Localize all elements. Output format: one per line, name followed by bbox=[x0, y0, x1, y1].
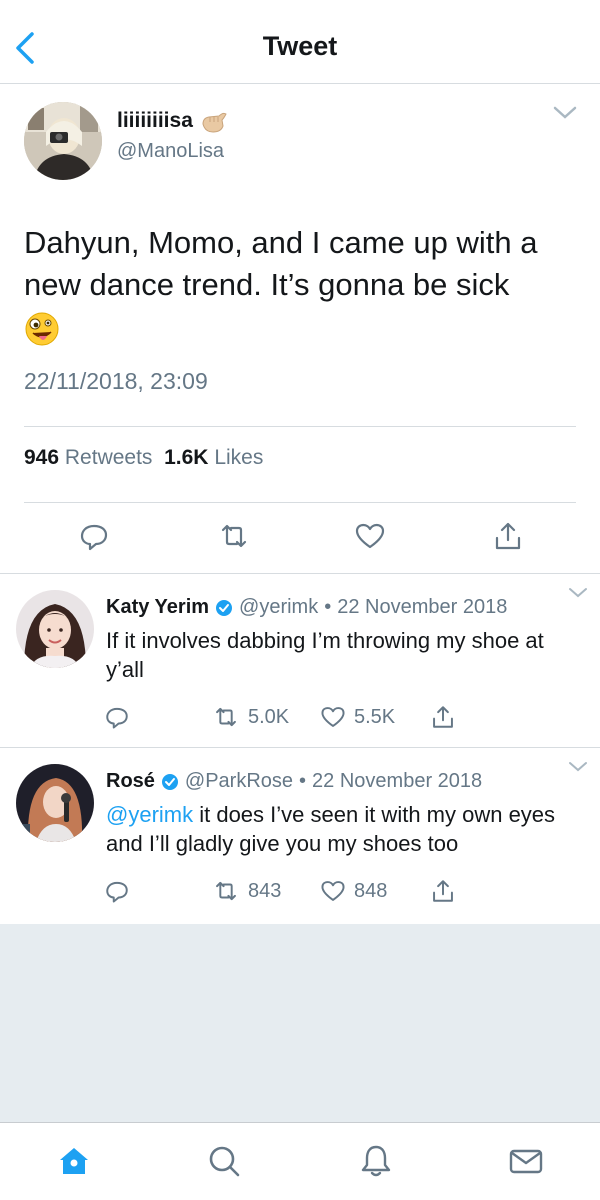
reply-date: 22 November 2018 bbox=[337, 596, 508, 618]
tweet-stats: 946 Retweets 1.6K Likes bbox=[24, 446, 263, 470]
empty-background bbox=[0, 924, 600, 1122]
reply-button[interactable] bbox=[104, 702, 130, 732]
reply-action-bar: 5.0K 5.5K bbox=[0, 702, 600, 732]
like-heart-icon[interactable] bbox=[354, 520, 386, 552]
retweet-button[interactable]: 843 bbox=[212, 876, 281, 906]
likes-label[interactable]: Likes bbox=[214, 446, 263, 469]
share-icon bbox=[433, 706, 453, 728]
like-heart-icon bbox=[321, 881, 345, 901]
reply-author-handle[interactable]: @yerimk bbox=[239, 596, 318, 619]
bell-icon[interactable] bbox=[358, 1143, 394, 1179]
share-icon[interactable] bbox=[492, 520, 524, 552]
like-count[interactable]: 1.6K bbox=[164, 446, 208, 469]
reply-button[interactable] bbox=[104, 876, 130, 906]
like-button[interactable]: 5.5K bbox=[320, 702, 395, 732]
chevron-down-icon[interactable] bbox=[568, 586, 588, 600]
reply-icon[interactable] bbox=[78, 520, 110, 552]
retweet-icon bbox=[216, 707, 236, 727]
home-icon[interactable] bbox=[56, 1143, 92, 1179]
envelope-icon[interactable] bbox=[508, 1143, 544, 1179]
main-tweet: liiiiiiiisa @ManoLisa Dahyun, Momo, and … bbox=[0, 84, 600, 574]
reply-text: If it involves dabbing I’m throwing my s… bbox=[106, 628, 544, 682]
author-handle[interactable]: @ManoLisa bbox=[117, 140, 224, 163]
divider bbox=[24, 426, 576, 427]
zany-face-emoji-icon bbox=[25, 312, 59, 346]
tweet-text-body: Dahyun, Momo, and I came up with a new d… bbox=[24, 225, 538, 302]
bottom-tab-bar bbox=[0, 1122, 600, 1200]
retweet-count: 5.0K bbox=[248, 705, 290, 728]
reply-icon bbox=[106, 707, 128, 729]
chevron-down-icon[interactable] bbox=[568, 760, 588, 774]
search-icon[interactable] bbox=[206, 1143, 242, 1179]
hand-emoji-icon bbox=[202, 112, 227, 133]
reply-action-bar: 843 848 bbox=[0, 876, 600, 906]
retweet-count[interactable]: 946 bbox=[24, 446, 59, 469]
retweet-count: 843 bbox=[248, 879, 282, 902]
divider bbox=[24, 502, 576, 503]
retweet-button[interactable]: 5.0K bbox=[212, 702, 289, 732]
retweet-icon bbox=[216, 881, 236, 901]
retweets-label[interactable]: Retweets bbox=[65, 446, 153, 469]
like-heart-icon bbox=[321, 707, 345, 727]
author-avatar[interactable] bbox=[24, 102, 102, 180]
chevron-down-icon[interactable] bbox=[552, 104, 578, 122]
tweet-action-bar bbox=[0, 520, 600, 552]
reply-header: Katy Yerim @yerimk • 22 November 2018 bbox=[106, 596, 507, 619]
reply-author-name[interactable]: Katy Yerim bbox=[106, 596, 209, 619]
reply-tweet[interactable]: Rosé @ParkRose • 22 November 2018 @yerim… bbox=[0, 748, 600, 924]
like-button[interactable]: 848 bbox=[320, 876, 387, 906]
reply-header: Rosé @ParkRose • 22 November 2018 bbox=[106, 770, 482, 793]
reply-date: 22 November 2018 bbox=[312, 770, 483, 792]
share-icon bbox=[433, 880, 453, 902]
author-name-text: liiiiiiiisa bbox=[117, 109, 193, 132]
reply-text: @yerimk it does I’ve seen it with my own… bbox=[106, 800, 586, 858]
like-count: 5.5K bbox=[354, 705, 396, 728]
top-nav-bar: Tweet bbox=[0, 0, 600, 84]
tweet-text: Dahyun, Momo, and I came up with a new d… bbox=[24, 222, 584, 348]
tweet-timestamp: 22/11/2018, 23:09 bbox=[24, 368, 208, 394]
like-count: 848 bbox=[354, 879, 388, 902]
reply-author-handle[interactable]: @ParkRose bbox=[185, 770, 293, 793]
reply-avatar[interactable] bbox=[16, 590, 94, 668]
separator-dot: • bbox=[324, 596, 332, 618]
verified-badge-icon bbox=[161, 773, 178, 790]
author-name[interactable]: liiiiiiiisa bbox=[117, 108, 229, 134]
page-title: Tweet bbox=[262, 31, 338, 61]
verified-badge-icon bbox=[216, 599, 233, 616]
reply-icon bbox=[106, 881, 128, 903]
retweet-icon[interactable] bbox=[218, 520, 250, 552]
share-button[interactable] bbox=[430, 702, 456, 732]
reply-author-name[interactable]: Rosé bbox=[106, 770, 155, 793]
separator-dot: • bbox=[299, 770, 307, 792]
reply-tweet[interactable]: Katy Yerim @yerimk • 22 November 2018 If… bbox=[0, 574, 600, 748]
mention-link[interactable]: @yerimk bbox=[106, 802, 193, 827]
share-button[interactable] bbox=[430, 876, 456, 906]
reply-avatar[interactable] bbox=[16, 764, 94, 842]
